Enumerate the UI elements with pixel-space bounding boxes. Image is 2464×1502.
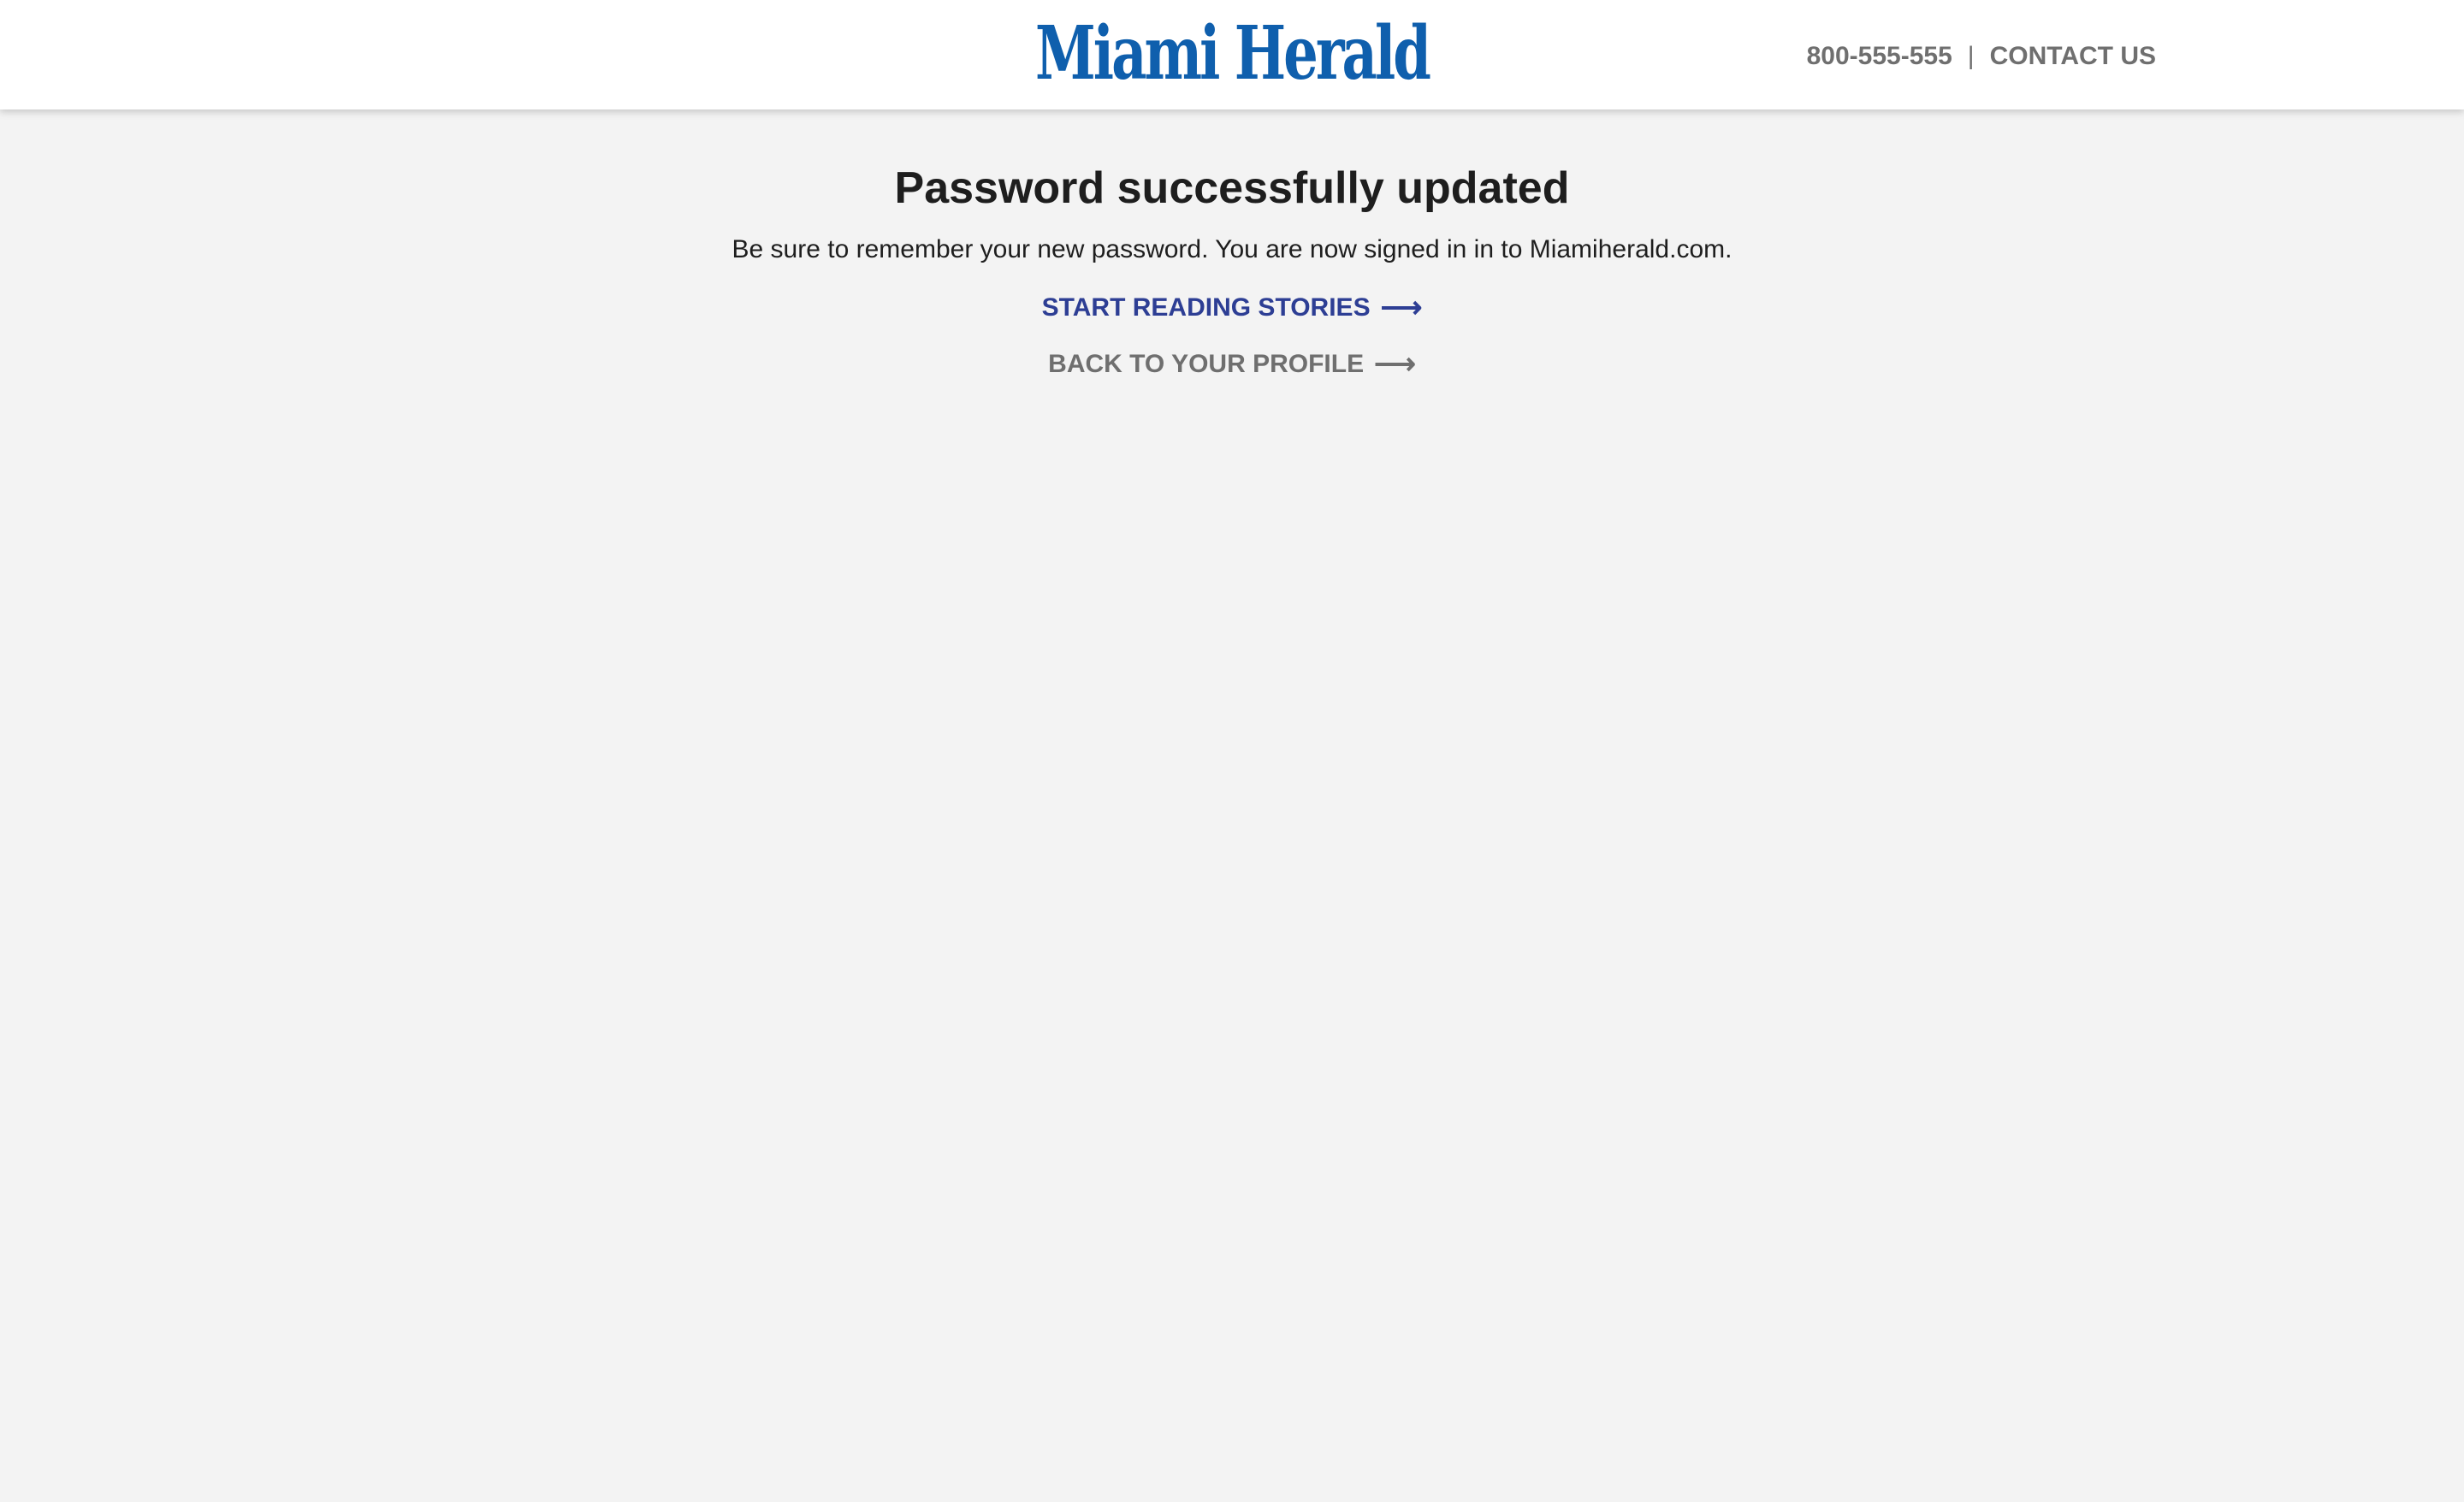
header-separator: | (1967, 42, 1975, 70)
header-contact-area: 800-555-555 | CONTACT US (1807, 39, 2156, 74)
phone-link[interactable]: 800-555-555 (1807, 42, 1952, 71)
primary-link-row: START READING STORIES ⟶ (0, 291, 2464, 325)
miami-herald-logo[interactable]: Miami Herald (1032, 15, 1432, 92)
right-arrow-icon: ⟶ (1374, 348, 1416, 381)
site-header: Miami Herald 800-555-555 | CONTACT US (0, 0, 2464, 109)
confirmation-content: Password successfully updated Be sure to… (0, 109, 2464, 381)
start-reading-stories-label: START READING STORIES (1041, 293, 1371, 322)
start-reading-stories-link[interactable]: START READING STORIES ⟶ (1042, 291, 1423, 325)
contact-us-link[interactable]: CONTACT US (1990, 42, 2156, 71)
confirmation-message: Be sure to remember your new password. Y… (732, 235, 1732, 263)
page-title: Password successfully updated (894, 163, 1570, 213)
back-to-profile-link[interactable]: BACK TO YOUR PROFILE ⟶ (1048, 347, 1416, 381)
secondary-link-row: BACK TO YOUR PROFILE ⟶ (0, 347, 2464, 381)
logo-text: Miami Herald (1035, 15, 1430, 92)
back-to-profile-label: BACK TO YOUR PROFILE (1048, 350, 1365, 378)
right-arrow-icon: ⟶ (1380, 292, 1423, 324)
